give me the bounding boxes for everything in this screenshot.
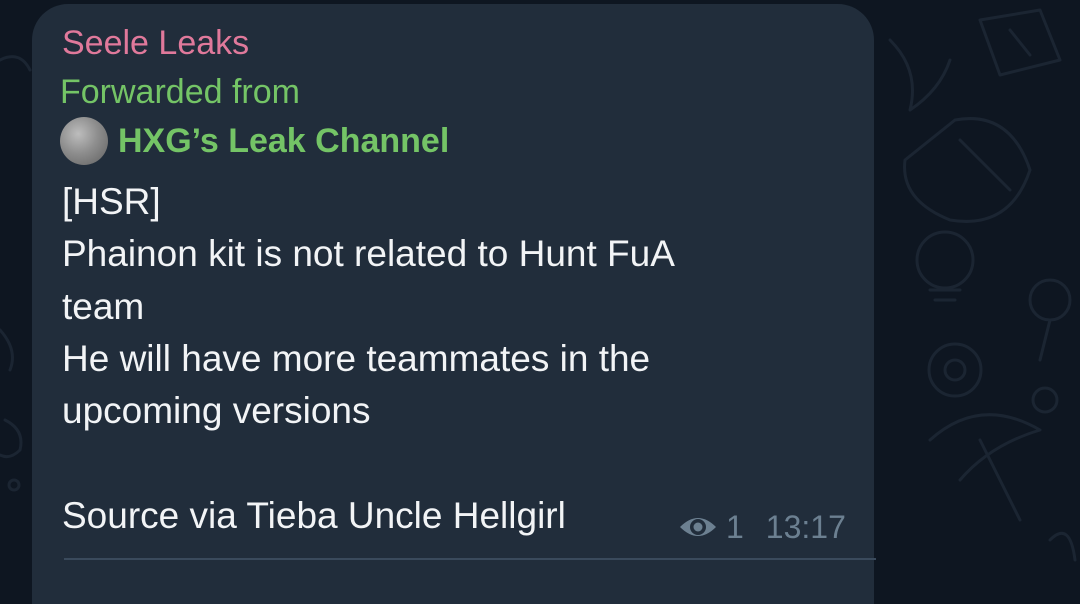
sender-name[interactable]: Seele Leaks (62, 24, 249, 63)
forwarded-source[interactable]: HXG’s Leak Channel (60, 116, 449, 166)
message-timestamp: 13:17 (765, 508, 846, 545)
channel-avatar[interactable] (60, 117, 108, 165)
forwarded-from-label: Forwarded from (60, 73, 300, 111)
forwarded-channel-name[interactable]: HXG’s Leak Channel (118, 122, 449, 161)
message-text: [HSR] Phainon kit is not related to Hunt… (62, 181, 675, 536)
message-divider (64, 558, 876, 560)
eye-icon (680, 518, 716, 536)
view-count: 1 (726, 508, 744, 545)
message-meta: 1 13:17 (678, 507, 846, 547)
